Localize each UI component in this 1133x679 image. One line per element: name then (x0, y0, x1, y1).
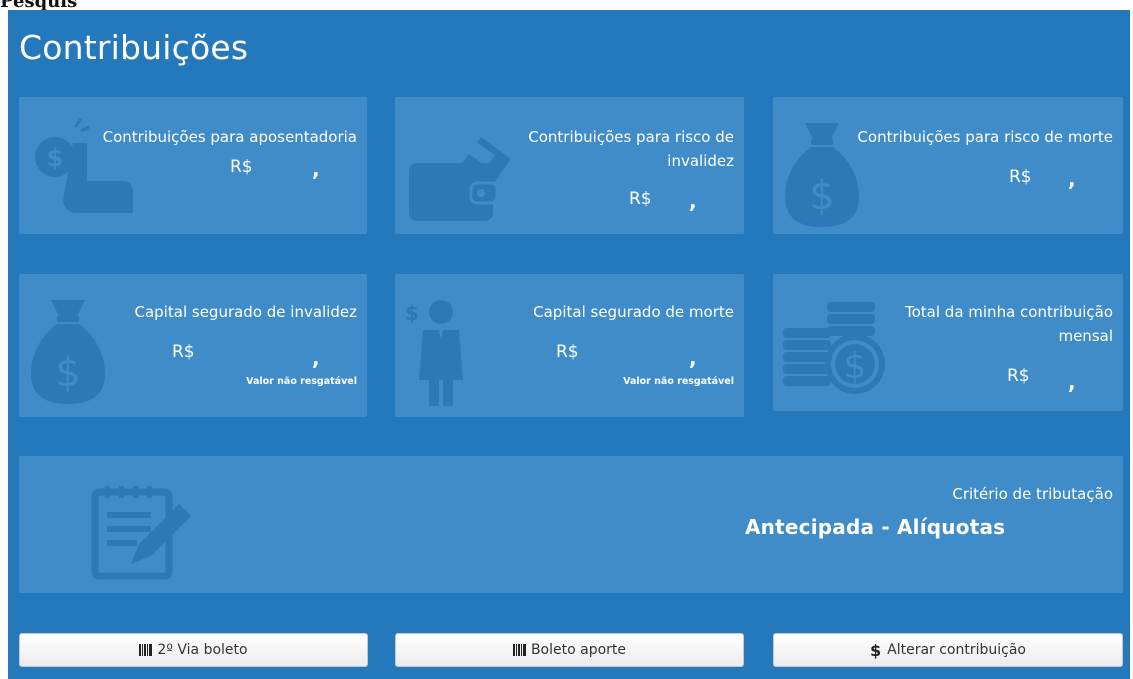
card-label-line1: Contribuições para risco de (528, 128, 734, 146)
tax-criterion-label: Critério de tributação (952, 485, 1113, 503)
svg-text:$: $ (844, 346, 867, 387)
svg-text:$: $ (809, 173, 834, 219)
svg-text:$: $ (47, 144, 64, 172)
money-bag-icon: $ (783, 119, 863, 233)
currency-symbol: R$ (556, 342, 579, 362)
card-label: Capital segurado de morte (533, 303, 734, 321)
card-tax-criterion: Critério de tributação Antecipada - Alíq… (19, 456, 1123, 593)
amount-comma: , (1068, 370, 1076, 394)
currency-symbol: R$ (629, 189, 652, 209)
amount-comma: , (312, 346, 320, 370)
notepad-pencil-icon (91, 484, 201, 588)
currency-symbol: R$ (172, 342, 195, 362)
button-label: 2º Via boleto (157, 642, 248, 658)
barcode-icon (512, 644, 527, 656)
amount-comma: , (689, 189, 697, 213)
card-death-risk-contributions: $ Contribuições para risco de morte R$ , (773, 97, 1123, 234)
card-label-line1: Total da minha contribuição (905, 303, 1113, 321)
card-death-insured-capital: $ Capital segurado de morte R$ , Valor n… (395, 274, 744, 417)
svg-text:$: $ (55, 350, 80, 396)
currency-symbol: R$ (1009, 167, 1032, 187)
amount-comma: , (312, 157, 320, 181)
tax-criterion-value: Antecipada - Alíquotas (745, 515, 1006, 539)
money-bag-icon: $ (29, 296, 109, 410)
wallet-icon (405, 125, 515, 229)
non-redeemable-note: Valor não resgatável (246, 376, 357, 387)
button-label: Boleto aporte (530, 642, 627, 658)
card-disability-insured-capital: $ Capital segurado de invalidez R$ , Val… (19, 274, 367, 417)
non-redeemable-note: Valor não resgatável (623, 376, 734, 387)
card-label: Contribuições para aposentadoria (102, 128, 357, 146)
card-disability-risk-contributions: Contribuições para risco de invalidez R$… (395, 97, 744, 234)
page-title: Contribuições (19, 28, 249, 67)
currency-symbol: R$ (1007, 366, 1030, 386)
contributions-panel: Contribuições $ Contribuições para apose… (8, 10, 1130, 679)
card-label-line2: mensal (1058, 327, 1113, 345)
button-label: Alterar contribuição (887, 642, 1026, 658)
card-retirement-contributions: $ Contribuições para aposentadoria R$ , (19, 97, 367, 234)
amount-comma: , (689, 346, 697, 370)
card-label: Capital segurado de invalidez (134, 303, 357, 321)
change-contribution-button[interactable]: $ Alterar contribuição (773, 633, 1123, 667)
coin-stack-icon: $ (781, 298, 891, 402)
boleto-aporte-button[interactable]: Boleto aporte (395, 633, 744, 667)
businessman-dollar-icon: $ (405, 298, 485, 412)
amount-comma: , (1068, 167, 1076, 191)
svg-text:$: $ (405, 301, 419, 325)
barcode-icon (139, 644, 153, 656)
card-label-line2: invalidez (667, 152, 734, 170)
card-total-monthly-contribution: $ Total da minha contribuição mensal R$ … (773, 274, 1123, 411)
currency-symbol: R$ (230, 157, 253, 177)
dollar-icon: $ (869, 640, 882, 660)
second-copy-boleto-button[interactable]: 2º Via boleto (19, 633, 368, 667)
card-label: Contribuições para risco de morte (857, 128, 1113, 146)
